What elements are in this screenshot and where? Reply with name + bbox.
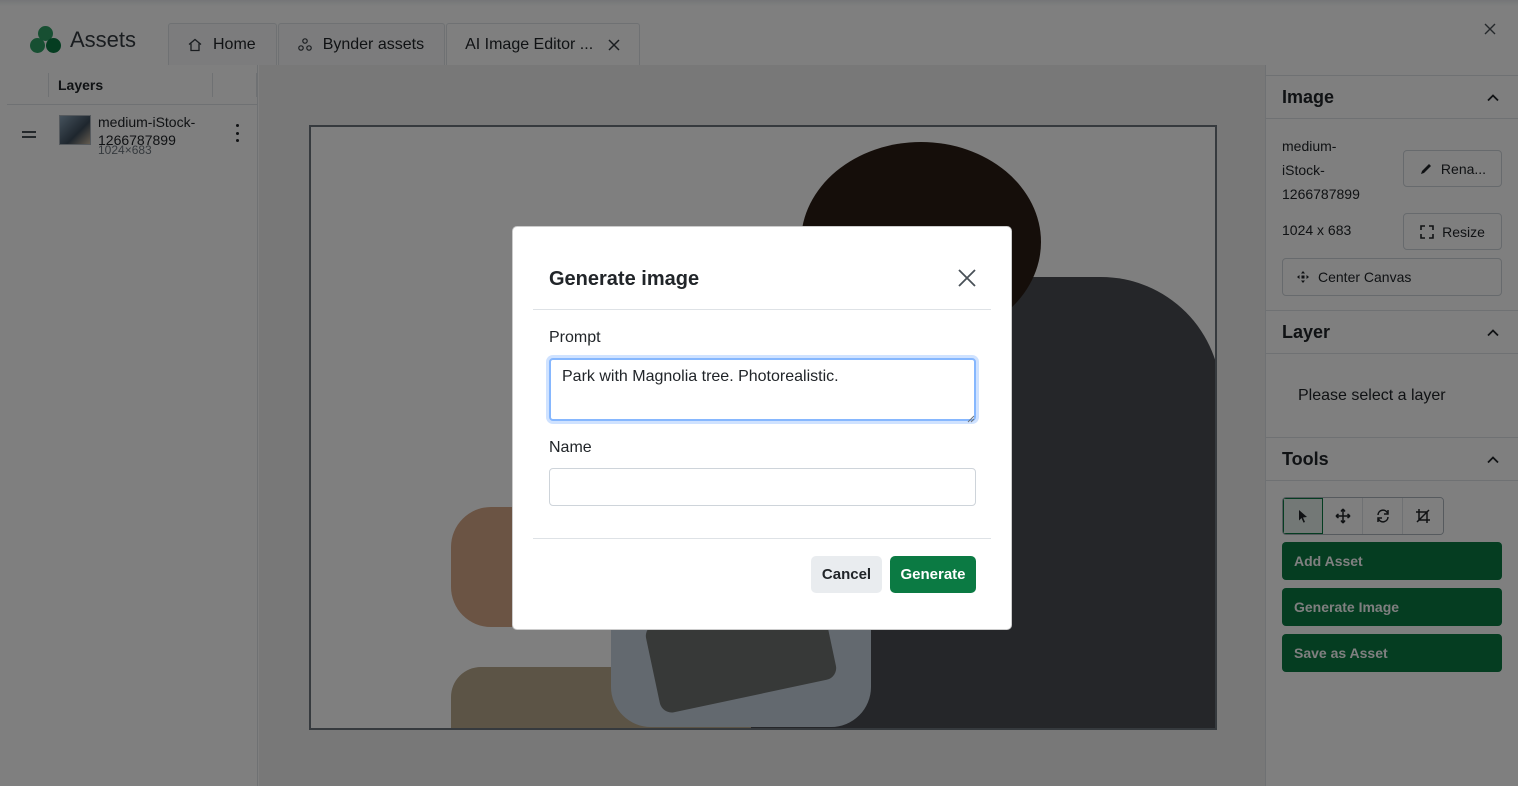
- prompt-textarea[interactable]: Park with Magnolia tree. Photorealistic.: [549, 358, 976, 421]
- close-icon[interactable]: [958, 269, 976, 287]
- name-label: Name: [549, 439, 592, 456]
- generate-button[interactable]: Generate: [890, 556, 976, 593]
- cancel-button[interactable]: Cancel: [811, 556, 882, 593]
- generate-image-dialog: Generate image Prompt Park with Magnolia…: [512, 226, 1012, 630]
- resize-grip-icon[interactable]: [967, 410, 975, 423]
- prompt-label: Prompt: [549, 329, 601, 346]
- dialog-title: Generate image: [549, 268, 700, 290]
- name-input[interactable]: [549, 468, 976, 506]
